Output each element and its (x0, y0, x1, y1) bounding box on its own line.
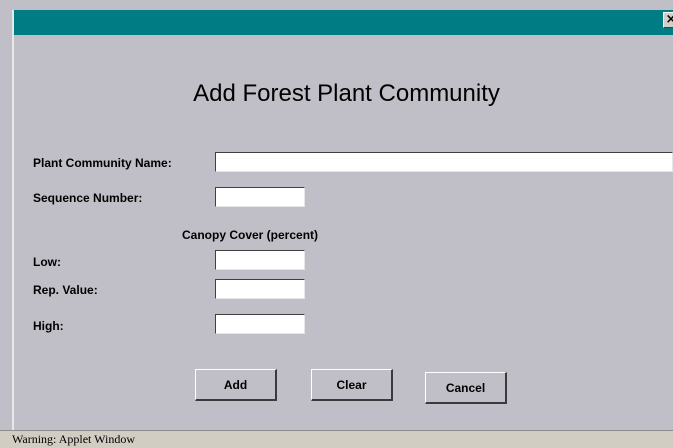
rep-value-input[interactable] (215, 279, 305, 299)
low-input[interactable] (215, 250, 305, 270)
high-input[interactable] (215, 314, 305, 334)
canopy-cover-heading: Canopy Cover (percent) (182, 228, 319, 242)
close-button[interactable]: × (663, 12, 673, 28)
applet-warning-text: Warning: Applet Window (12, 432, 135, 446)
title-bar[interactable]: × (14, 10, 673, 35)
clear-button[interactable]: Clear (311, 369, 393, 401)
sequence-number-input[interactable] (215, 187, 305, 207)
community-name-input[interactable] (215, 152, 673, 172)
status-bar: Warning: Applet Window (0, 430, 673, 448)
cancel-button[interactable]: Cancel (425, 372, 507, 404)
window-edge (12, 10, 14, 448)
community-name-label: Plant Community Name: (33, 156, 172, 170)
applet-window: × Add Forest Plant Community Plant Commu… (0, 0, 673, 448)
add-button[interactable]: Add (195, 369, 277, 401)
sequence-number-label: Sequence Number: (33, 191, 143, 205)
rep-value-label: Rep. Value: (33, 283, 98, 297)
low-label: Low: (33, 255, 61, 269)
close-icon: × (665, 12, 673, 27)
page-title: Add Forest Plant Community (193, 80, 500, 107)
high-label: High: (33, 319, 64, 333)
